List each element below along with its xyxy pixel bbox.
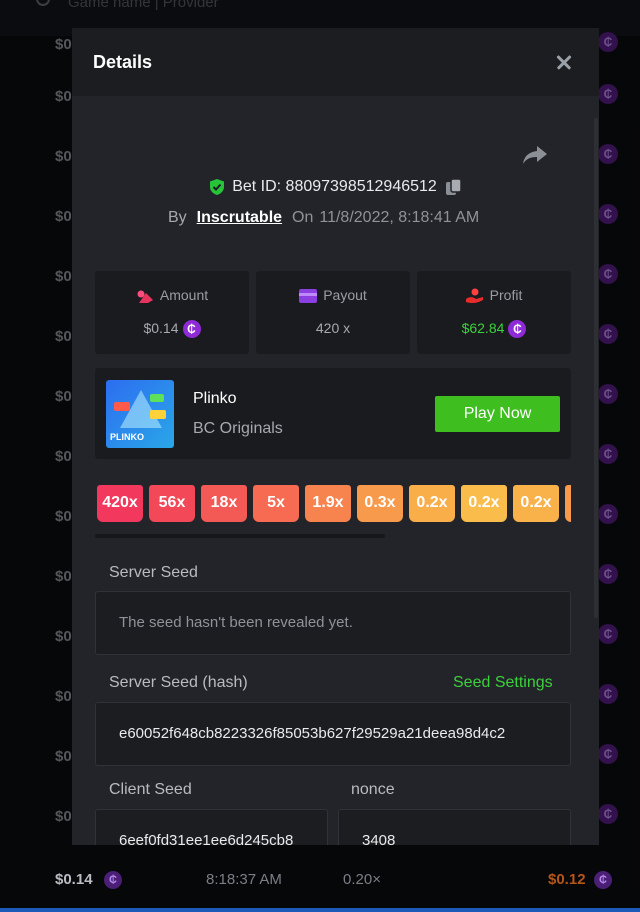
payout-stat: Payout 420 x [256, 271, 410, 354]
modal-title: Details [93, 52, 153, 72]
multiplier-scrollbar[interactable] [95, 534, 385, 538]
multiplier-tile: 18x [201, 485, 247, 522]
copy-icon[interactable] [445, 178, 463, 196]
nonce-value: 3408 [362, 832, 396, 845]
game-thumbnail-logo: PLINKO [110, 432, 145, 442]
play-now-button[interactable]: Play Now [435, 396, 560, 432]
row-amount: $0.14 [55, 871, 93, 888]
bet-id: Bet ID: 88097398512946512 [232, 178, 437, 195]
share-icon[interactable] [522, 144, 548, 166]
multiplier-tile: 56x [149, 485, 195, 522]
row-time: 8:18:37 AM [206, 871, 282, 888]
client-seed-value: 6eef0fd31ee1ee6d245cb8 [119, 832, 294, 845]
multiplier-tile: 0.2x [461, 485, 507, 522]
amount-stat: Amount $0.14 ₵ [95, 271, 249, 354]
profit-label: Profit [489, 287, 523, 303]
nonce-field[interactable]: 3408 [338, 809, 571, 845]
background-bottom-row: $0.14 ₵ 8:18:37 AM 0.20× $0.12 ₵ [0, 862, 640, 898]
close-icon[interactable] [550, 48, 578, 76]
multiplier-tile: 0.3x [357, 485, 403, 522]
hand-coin-icon [465, 288, 483, 304]
server-seed-hash-label: Server Seed (hash) [109, 674, 248, 691]
payout-label: Payout [323, 287, 367, 303]
on-label: On [292, 209, 314, 226]
coin-icon: ₵ [104, 871, 122, 889]
multiplier-tile: 0.2x [409, 485, 455, 522]
multiplier-tile: 420x [97, 485, 143, 522]
profit-stat: Profit $62.84 ₵ [417, 271, 571, 354]
modal-header: Details [72, 28, 599, 96]
amount-value: $0.14 [143, 320, 179, 336]
game-card: PLINKO Plinko BC Originals Play Now [95, 368, 571, 459]
coin-icon: ₵ [182, 320, 201, 339]
multiplier-tile: 1.9x [305, 485, 351, 522]
by-label: By [168, 209, 187, 226]
bet-details-modal: Details Bet ID: 88097398512946512 By Insc… [72, 28, 599, 845]
bet-meta-line: By Inscrutable On 11/8/2022, 8:18:41 AM [168, 209, 498, 231]
row-multiplier: 0.20× [343, 871, 381, 888]
server-seed-hash-field[interactable]: e60052f648cb8223326f85053b627f29529a21de… [95, 702, 571, 766]
seed-settings-link[interactable]: Seed Settings [453, 674, 553, 692]
wallet-icon [299, 289, 318, 304]
game-thumbnail[interactable]: PLINKO [106, 380, 174, 448]
server-seed-label: Server Seed [109, 564, 198, 581]
multiplier-tile: 5x [253, 485, 299, 522]
coin-icon: ₵ [508, 320, 527, 339]
game-name: Plinko [193, 390, 237, 407]
client-seed-field[interactable]: 6eef0fd31ee1ee6d245cb8 [95, 809, 328, 845]
coin-icon: ₵ [594, 871, 612, 889]
row-profit: $0.12 [548, 871, 586, 888]
server-seed-value: The seed hasn't been revealed yet. [119, 614, 353, 631]
shield-check-icon [210, 179, 225, 195]
bottom-accent-bar [0, 908, 640, 912]
server-seed-field[interactable]: The seed hasn't been revealed yet. [95, 591, 571, 655]
bet-date: 11/8/2022, 8:18:41 AM [319, 209, 480, 226]
client-seed-label: Client Seed [109, 781, 192, 798]
game-provider: BC Originals [193, 420, 283, 437]
bet-chips-icon [137, 290, 153, 304]
amount-label: Amount [159, 287, 209, 303]
username-link[interactable]: Inscrutable [197, 209, 282, 226]
multiplier-tile: 0.2x [513, 485, 559, 522]
multiplier-strip[interactable]: 420x 56x 18x 5x 1.9x 0.3x 0.2x 0.2x 0.2x [97, 485, 571, 522]
multiplier-tile [565, 485, 571, 522]
bet-id-line: Bet ID: 88097398512946512 [72, 178, 599, 200]
payout-value: 420 x [315, 320, 351, 336]
profit-value: $62.84 [461, 320, 505, 336]
server-seed-hash-value: e60052f648cb8223326f85053b627f29529a21de… [119, 725, 506, 742]
nonce-label: nonce [351, 781, 395, 798]
